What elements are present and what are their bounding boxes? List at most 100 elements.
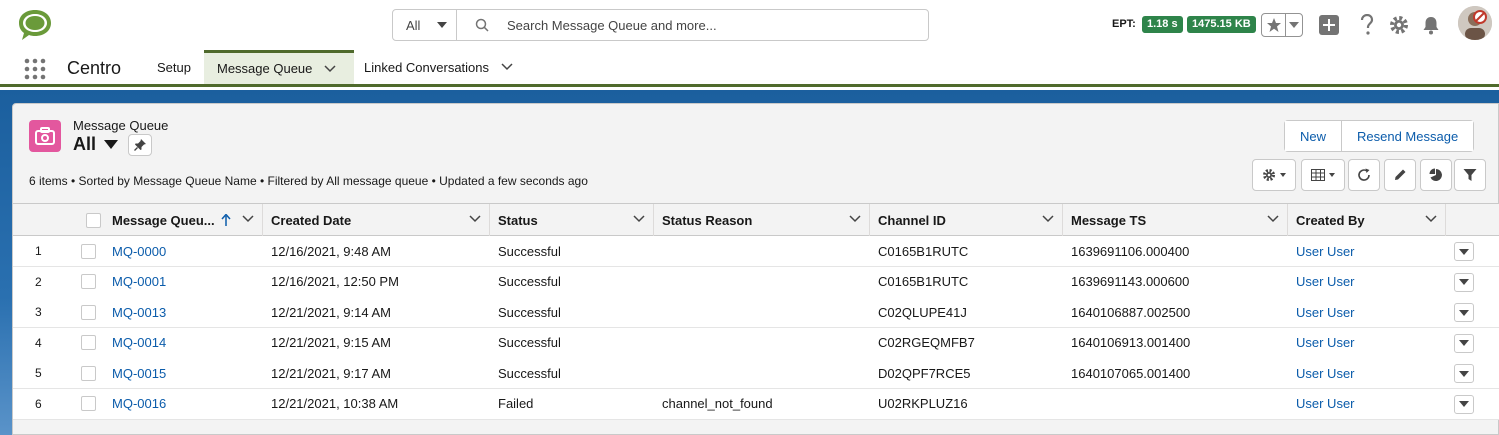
created-by-link[interactable]: User User bbox=[1296, 236, 1355, 266]
chevron-down-icon bbox=[1459, 309, 1469, 316]
search-scope-select[interactable]: All bbox=[393, 10, 457, 40]
row-checkbox-cell bbox=[81, 297, 97, 327]
user-avatar[interactable] bbox=[1458, 6, 1492, 40]
record-name-link[interactable]: MQ-0000 bbox=[112, 236, 166, 266]
cell-status: Successful bbox=[498, 304, 561, 320]
chevron-down-icon[interactable] bbox=[501, 63, 513, 71]
column-header-created-date[interactable]: Created Date bbox=[263, 204, 490, 236]
notification-bell-icon[interactable] bbox=[1420, 14, 1442, 36]
edit-icon[interactable] bbox=[1384, 159, 1416, 191]
column-header-status[interactable]: Status bbox=[490, 204, 654, 236]
object-label: Message Queue bbox=[73, 118, 169, 133]
table-row[interactable]: 2 MQ-0001 12/16/2021, 12:50 PM Successful C0… bbox=[13, 266, 1499, 298]
chevron-down-icon[interactable] bbox=[849, 215, 861, 223]
help-icon[interactable] bbox=[1356, 14, 1378, 36]
created-by-link[interactable]: User User bbox=[1296, 297, 1355, 327]
app-launcher-icon[interactable] bbox=[24, 58, 46, 80]
chevron-down-icon[interactable] bbox=[1267, 215, 1279, 223]
record-name-link[interactable]: MQ-0016 bbox=[112, 389, 166, 419]
search-input[interactable] bbox=[507, 10, 917, 40]
new-button[interactable]: New bbox=[1285, 121, 1342, 151]
table-row[interactable]: 4 MQ-0014 12/21/2021, 9:15 AM Successful C02… bbox=[13, 327, 1499, 359]
row-action-menu-button[interactable] bbox=[1454, 303, 1474, 322]
row-checkbox[interactable] bbox=[81, 396, 96, 411]
org-logo[interactable] bbox=[16, 7, 54, 43]
row-action-menu-button[interactable] bbox=[1454, 364, 1474, 383]
pin-icon[interactable] bbox=[128, 134, 152, 156]
row-checkbox[interactable] bbox=[81, 365, 96, 381]
message-queue-object-icon bbox=[29, 120, 61, 152]
cell-created-date: 12/21/2021, 9:17 AM bbox=[271, 365, 391, 381]
chevron-down-icon[interactable] bbox=[1042, 215, 1054, 223]
tab-linked-conversations[interactable]: Linked Conversations bbox=[364, 50, 513, 84]
row-checkbox[interactable] bbox=[81, 304, 96, 320]
column-header-status-reason[interactable]: Status Reason bbox=[654, 204, 870, 236]
tab-setup[interactable]: Setup bbox=[157, 50, 191, 84]
gear-icon bbox=[1263, 169, 1275, 181]
created-by-link[interactable]: User User bbox=[1296, 358, 1355, 388]
favorites-dropdown[interactable] bbox=[1286, 14, 1302, 36]
chevron-down-icon[interactable] bbox=[1425, 215, 1437, 223]
table-row[interactable]: 1 MQ-0000 12/16/2021, 9:48 AM Successful C01… bbox=[13, 236, 1499, 267]
cell-message-ts: 1640106913.001400 bbox=[1071, 335, 1191, 350]
star-icon[interactable] bbox=[1262, 14, 1286, 36]
chevron-down-icon[interactable] bbox=[469, 215, 481, 223]
cell-status: Failed bbox=[498, 396, 534, 411]
row-checkbox-cell bbox=[81, 358, 97, 388]
column-header-label: Message Queu... bbox=[112, 212, 215, 228]
column-header-created-by[interactable]: Created By bbox=[1288, 204, 1446, 236]
created-by-link[interactable]: User User bbox=[1296, 267, 1355, 297]
refresh-icon[interactable] bbox=[1348, 159, 1380, 191]
table-row[interactable]: 6 MQ-0016 12/21/2021, 10:38 AM Failed channe… bbox=[13, 388, 1499, 420]
list-view-selector[interactable]: All bbox=[73, 134, 119, 155]
record-name-link[interactable]: MQ-0013 bbox=[112, 297, 166, 327]
column-header-name[interactable]: Message Queu... bbox=[104, 204, 263, 236]
display-as-button[interactable] bbox=[1301, 159, 1345, 191]
cell-message-ts: 1640106887.002500 bbox=[1071, 304, 1191, 320]
table-header: Message Queu... Created Date Status Stat… bbox=[13, 203, 1499, 236]
chevron-down-icon[interactable] bbox=[633, 215, 645, 223]
resend-message-button[interactable]: Resend Message bbox=[1341, 121, 1474, 151]
cell-status: Successful bbox=[498, 365, 561, 381]
chart-icon[interactable] bbox=[1420, 159, 1452, 191]
record-name-link[interactable]: MQ-0015 bbox=[112, 358, 166, 388]
created-by-link[interactable]: User User bbox=[1296, 389, 1355, 419]
select-all-checkbox[interactable] bbox=[85, 212, 101, 228]
chevron-down-icon bbox=[1459, 370, 1469, 377]
cell-channel-id: D02QPF7RCE5 bbox=[878, 365, 971, 381]
table-row[interactable]: 5 MQ-0015 12/21/2021, 9:17 AM Successful D02… bbox=[13, 358, 1499, 389]
chevron-down-icon[interactable] bbox=[324, 64, 336, 73]
row-checkbox[interactable] bbox=[81, 335, 96, 350]
row-checkbox[interactable] bbox=[81, 274, 96, 289]
filter-icon[interactable] bbox=[1454, 159, 1486, 191]
row-checkbox[interactable] bbox=[81, 243, 96, 259]
row-number: 2 bbox=[35, 274, 42, 289]
row-action-menu-button[interactable] bbox=[1454, 272, 1474, 292]
row-action-menu-button[interactable] bbox=[1454, 394, 1474, 414]
column-header-label: Status Reason bbox=[662, 212, 753, 228]
record-name-link[interactable]: MQ-0014 bbox=[112, 328, 166, 358]
column-header-label: Message TS bbox=[1071, 212, 1147, 228]
table-row[interactable]: 3 MQ-0013 12/21/2021, 9:14 AM Successful C02… bbox=[13, 297, 1499, 328]
row-action-menu-button[interactable] bbox=[1454, 242, 1474, 261]
global-search: All bbox=[392, 9, 929, 41]
chevron-down-icon bbox=[1289, 22, 1299, 28]
cell-channel-id: C0165B1RUTC bbox=[878, 274, 969, 289]
column-header-message-ts[interactable]: Message TS bbox=[1063, 204, 1288, 236]
gear-icon[interactable] bbox=[1388, 14, 1410, 36]
plus-icon[interactable] bbox=[1318, 14, 1340, 36]
created-by-link[interactable]: User User bbox=[1296, 328, 1355, 358]
chevron-down-icon bbox=[104, 140, 119, 149]
column-header-channel-id[interactable]: Channel ID bbox=[870, 204, 1063, 236]
row-number: 1 bbox=[35, 244, 42, 258]
chevron-down-icon bbox=[1459, 248, 1469, 255]
row-action-menu-button[interactable] bbox=[1454, 333, 1474, 353]
cell-created-date: 12/16/2021, 12:50 PM bbox=[271, 274, 399, 289]
tab-message-queue[interactable]: Message Queue bbox=[204, 50, 354, 84]
chevron-down-icon[interactable] bbox=[242, 215, 254, 223]
cell-created-date: 12/21/2021, 10:38 AM bbox=[271, 396, 399, 411]
cell-status: Successful bbox=[498, 274, 561, 289]
record-name-link[interactable]: MQ-0001 bbox=[112, 267, 166, 297]
list-view-card: Message Queue All 6 items • Sorted by Me… bbox=[12, 103, 1499, 435]
list-view-controls-button[interactable] bbox=[1252, 159, 1296, 191]
